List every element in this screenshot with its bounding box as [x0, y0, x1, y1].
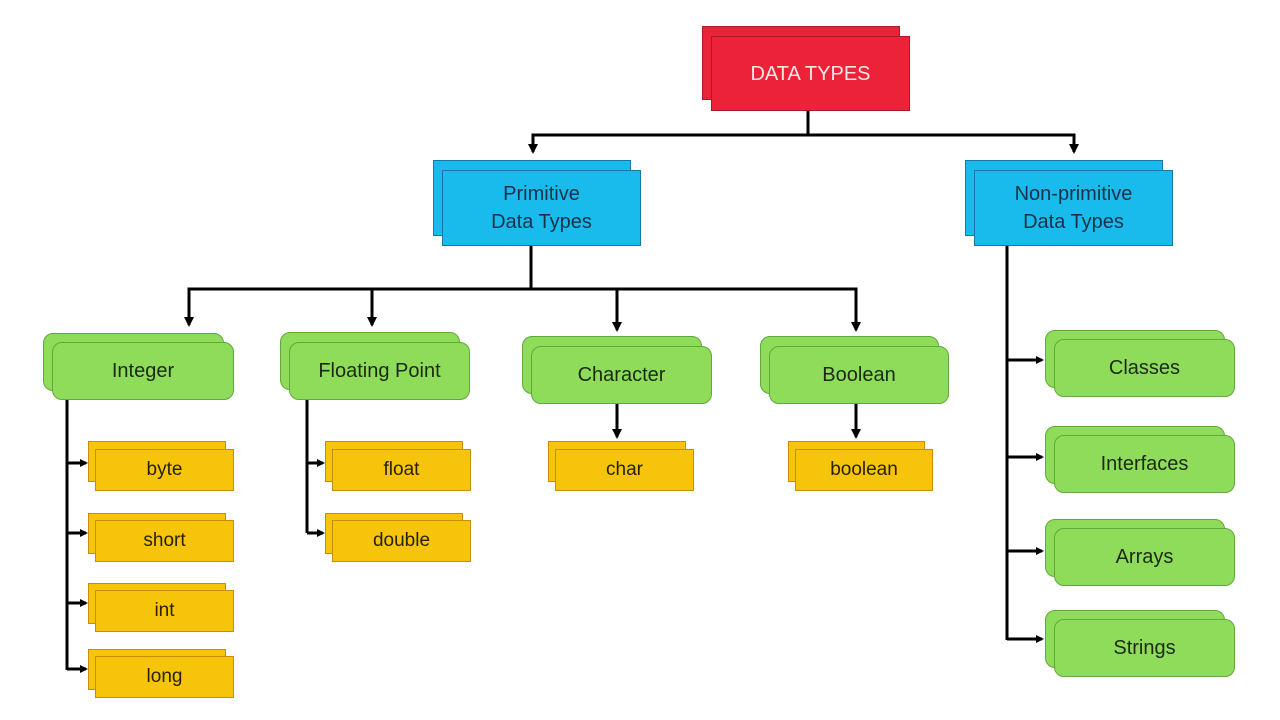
leaf-double: double: [325, 513, 471, 562]
category-non-primitive-line2: Data Types: [1023, 211, 1124, 233]
connector-root: [528, 110, 810, 154]
leaf-classes-label: Classes: [1054, 339, 1235, 397]
category-primitive-line2: Data Types: [491, 211, 592, 233]
root-label: DATA TYPES: [711, 36, 910, 111]
group-floating-point-label: Floating Point: [289, 342, 470, 400]
leaf-strings: Strings: [1045, 610, 1235, 677]
leaf-byte-label: byte: [95, 449, 234, 491]
leaf-short: short: [88, 513, 234, 562]
group-integer-label: Integer: [52, 342, 234, 400]
leaf-strings-label: Strings: [1054, 619, 1235, 677]
leaf-interfaces-label: Interfaces: [1054, 435, 1235, 493]
category-primitive: Primitive Data Types: [433, 160, 641, 246]
group-boolean-label: Boolean: [769, 346, 949, 404]
leaf-float-label: float: [332, 449, 471, 491]
leaf-int: int: [88, 583, 234, 632]
root-node-data-types: DATA TYPES: [702, 26, 910, 112]
category-primitive-line1: Primitive: [503, 183, 580, 205]
leaf-char: char: [548, 441, 694, 491]
leaf-short-label: short: [95, 520, 234, 562]
leaf-int-label: int: [95, 590, 234, 632]
group-floating-point: Floating Point: [280, 332, 470, 400]
leaf-double-label: double: [332, 520, 471, 562]
connector-character: [531, 287, 622, 332]
connector-root-right: [808, 133, 1079, 154]
leaf-byte: byte: [88, 441, 234, 491]
leaf-arrays-label: Arrays: [1054, 528, 1235, 586]
leaf-boolean-label: boolean: [795, 449, 933, 491]
leaf-interfaces: Interfaces: [1045, 426, 1235, 493]
leaf-char-label: char: [555, 449, 694, 491]
leaf-arrays: Arrays: [1045, 519, 1235, 586]
group-character: Character: [522, 336, 712, 404]
category-non-primitive-line1: Non-primitive: [1014, 183, 1133, 205]
category-non-primitive: Non-primitive Data Types: [965, 160, 1173, 246]
connector-primitive: [184, 245, 533, 327]
connector-boolean: [617, 287, 861, 332]
group-character-label: Character: [531, 346, 712, 404]
leaf-boolean: boolean: [788, 441, 933, 491]
group-boolean: Boolean: [760, 336, 949, 404]
group-integer: Integer: [43, 333, 234, 400]
leaf-classes: Classes: [1045, 330, 1235, 397]
leaf-long-label: long: [95, 656, 234, 698]
leaf-float: float: [325, 441, 471, 491]
leaf-long: long: [88, 649, 234, 698]
